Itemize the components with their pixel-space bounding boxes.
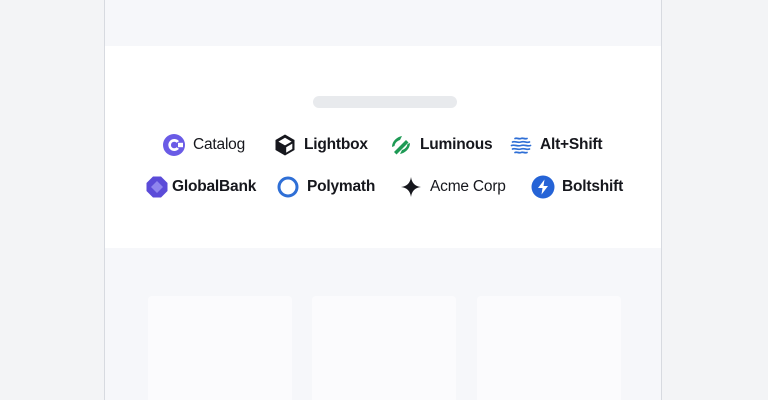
logo-luminous: Luminous	[389, 132, 493, 158]
logo-polymath: Polymath	[276, 174, 375, 200]
logo-name: Luminous	[420, 136, 493, 153]
octagon-globe-icon	[145, 175, 169, 199]
heading-placeholder	[313, 96, 457, 108]
card-placeholder	[312, 296, 456, 400]
ring-icon	[276, 175, 300, 199]
page-frame: Catalog Lightbox Luminous Alt+Shift Glob…	[104, 0, 662, 400]
card-placeholder	[148, 296, 292, 400]
logo-name: GlobalBank	[172, 178, 257, 195]
logo-row: GlobalBank Polymath Acme Corp Boltshift	[105, 174, 661, 200]
card-placeholder	[477, 296, 621, 400]
logo-globalbank: GlobalBank	[145, 174, 256, 200]
logo-catalog: Catalog	[162, 132, 245, 158]
sparkle-star-icon	[399, 175, 423, 199]
cube-icon	[273, 133, 297, 157]
logo-boltshift: Boltshift	[531, 174, 623, 200]
logo-row: Catalog Lightbox Luminous Alt+Shift	[105, 132, 661, 158]
waves-globe-icon	[509, 133, 533, 157]
logo-name: Catalog	[193, 136, 246, 153]
cards-section	[105, 248, 661, 400]
logo-cloud-section: Catalog Lightbox Luminous Alt+Shift Glob…	[105, 46, 661, 248]
bolt-circle-icon	[531, 175, 555, 199]
logo-acmecorp: Acme Corp	[399, 174, 506, 200]
logo-lightbox: Lightbox	[273, 132, 368, 158]
catalog-c-icon	[162, 133, 186, 157]
logo-altshift: Alt+Shift	[509, 132, 603, 158]
logo-name: Polymath	[307, 178, 376, 195]
logo-name: Acme Corp	[430, 178, 506, 195]
top-band	[105, 0, 661, 46]
luminous-leaf-icon	[389, 133, 413, 157]
logo-name: Lightbox	[304, 136, 368, 153]
logo-name: Alt+Shift	[540, 136, 603, 153]
logo-name: Boltshift	[562, 178, 624, 195]
